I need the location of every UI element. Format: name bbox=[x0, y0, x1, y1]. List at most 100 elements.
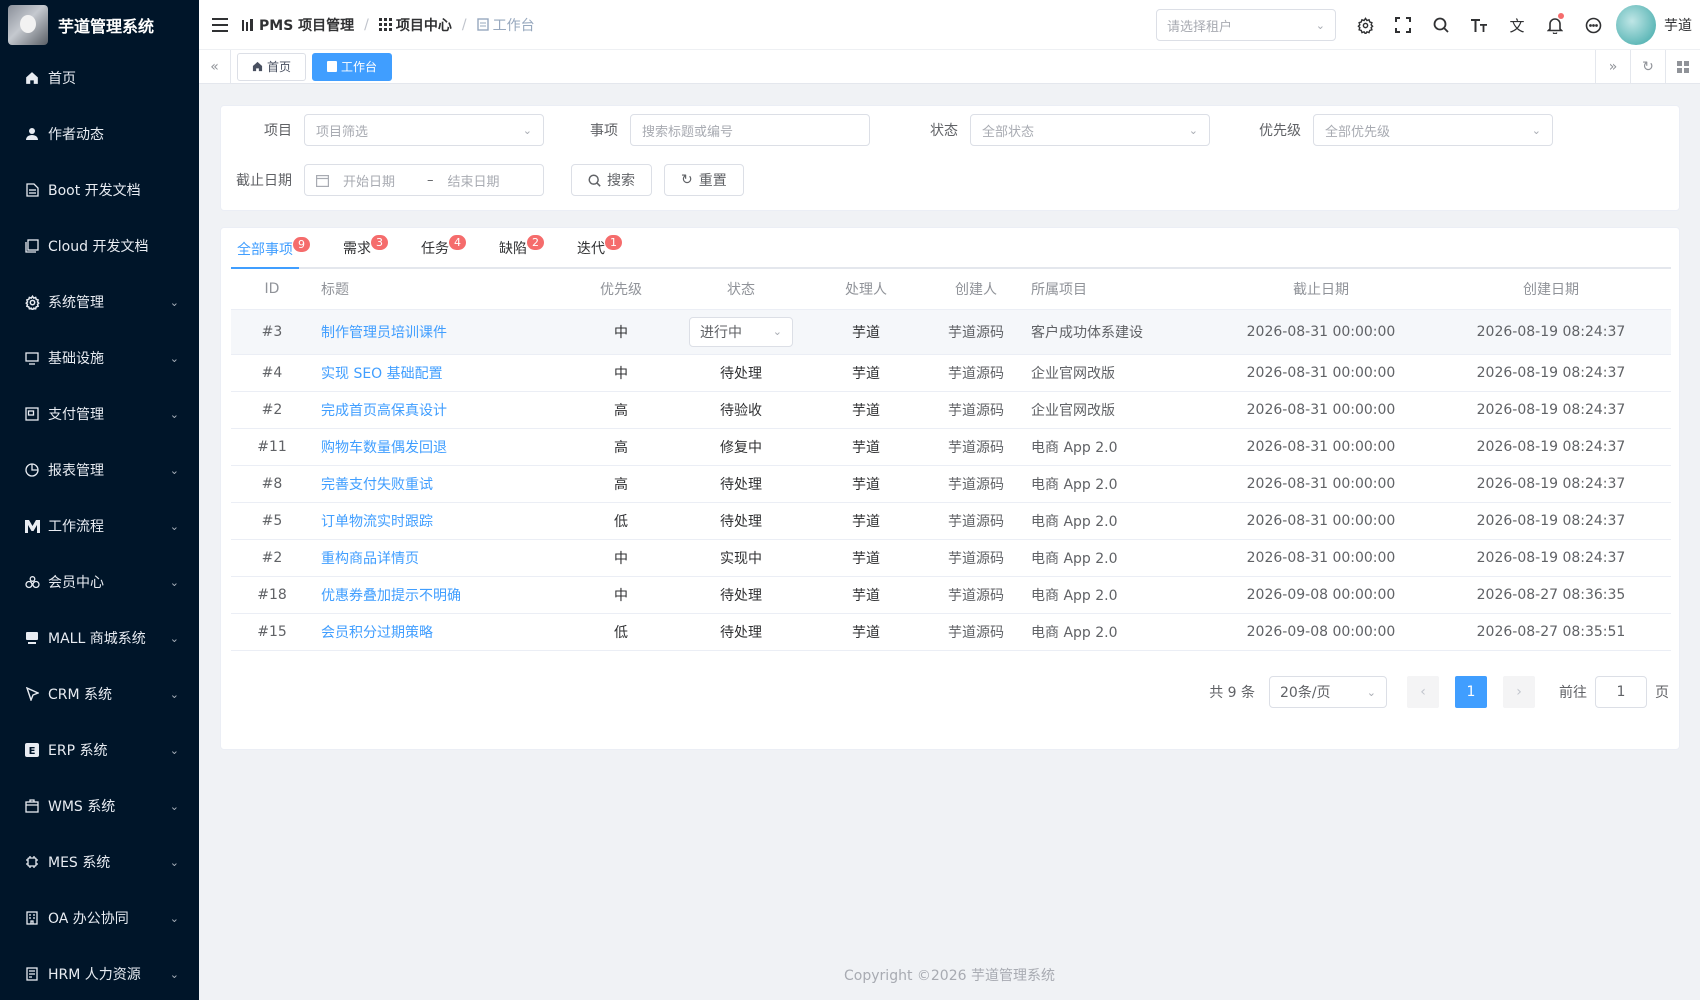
reset-button-label: 重置 bbox=[698, 173, 727, 189]
column-header-project[interactable]: 所属项目 bbox=[1031, 269, 1211, 310]
deadline-range-picker[interactable]: 开始日期 – 结束日期 bbox=[304, 164, 544, 196]
column-header-created[interactable]: 创建日期 bbox=[1431, 269, 1671, 310]
table-row[interactable]: #8 完善支付失败重试高待处理 芋道 芋道源码 电商 App 2.0 2026-08-31… bbox=[231, 465, 1671, 503]
pagination: 共 9 条 20条/页 ⌄ ‹ 1 › 前往 1 页 bbox=[1209, 676, 1669, 708]
scroll-left-icon[interactable]: « bbox=[199, 49, 231, 84]
fullscreen-icon[interactable] bbox=[1384, 0, 1422, 50]
breadcrumb-separator: / bbox=[461, 16, 467, 33]
sidebar-item[interactable]: 报表管理 ⌄ bbox=[0, 442, 199, 498]
cell-title-link[interactable]: 优惠券叠加提示不明确 bbox=[313, 576, 571, 614]
cell-created: 2026-08-19 08:24:37 bbox=[1431, 309, 1671, 355]
chevron-down-icon: ⌄ bbox=[522, 123, 532, 137]
sidebar-item[interactable]: 工作流程 ⌄ bbox=[0, 498, 199, 554]
cell-title-link[interactable]: 实现 SEO 基础配置 bbox=[313, 354, 571, 392]
refresh-icon[interactable]: ↻ bbox=[1630, 50, 1665, 84]
goto-label: 前往 bbox=[1559, 685, 1587, 701]
column-header-status[interactable]: 状态 bbox=[671, 269, 811, 310]
table-row[interactable]: #3 制作管理员培训课件中 进行中 ⌄ 芋道 芋道源码 客户成功体系建设 2026-08-31… bbox=[231, 309, 1671, 355]
scroll-right-icon[interactable]: » bbox=[1595, 50, 1630, 84]
cell-title-link[interactable]: 重构商品详情页 bbox=[313, 539, 571, 577]
count-badge: 1 bbox=[604, 234, 623, 251]
sidebar-item[interactable]: WMS 系统 ⌄ bbox=[0, 778, 199, 834]
home-icon bbox=[24, 70, 40, 86]
translate-icon[interactable]: 文 bbox=[1498, 0, 1536, 50]
column-header-title[interactable]: 标题 bbox=[313, 269, 571, 310]
tag-home[interactable]: 首页 bbox=[237, 52, 307, 81]
cell-title-link[interactable]: 购物车数量偶发回退 bbox=[313, 428, 571, 466]
sidebar-item[interactable]: Boot 开发文档 bbox=[0, 162, 199, 218]
bell-icon[interactable] bbox=[1536, 0, 1574, 50]
page-number-button[interactable]: 1 bbox=[1455, 676, 1487, 708]
sidebar-item[interactable]: Cloud 开发文档 bbox=[0, 218, 199, 274]
logo-row[interactable]: 芋道管理系统 bbox=[0, 0, 199, 50]
sidebar-item[interactable]: OA 办公协同 ⌄ bbox=[0, 890, 199, 946]
issue-tab[interactable]: 任务 4 bbox=[415, 228, 467, 267]
font-size-icon[interactable] bbox=[1460, 0, 1498, 50]
tag-workbench[interactable]: 工作台 bbox=[312, 52, 393, 81]
tags-menu-icon[interactable] bbox=[1665, 50, 1700, 84]
breadcrumb-project-center[interactable]: 项目中心 bbox=[378, 15, 452, 35]
sidebar-item-label: 工作流程 bbox=[48, 519, 104, 535]
cell-title-link[interactable]: 订单物流实时跟踪 bbox=[313, 502, 571, 540]
sidebar-item[interactable]: 基础设施 ⌄ bbox=[0, 330, 199, 386]
sidebar: 芋道管理系统 首页 作者动态 Boot 开发文档 Cloud 开发文档 系统管理 ⌄ 基础设… bbox=[0, 0, 199, 1000]
chevron-down-icon: ⌄ bbox=[169, 407, 179, 421]
sidebar-item[interactable]: 系统管理 ⌄ bbox=[0, 274, 199, 330]
sidebar-item[interactable]: 首页 bbox=[0, 50, 199, 106]
status-select[interactable]: 全部状态 ⌄ bbox=[970, 114, 1210, 146]
column-header-creator[interactable]: 创建人 bbox=[921, 269, 1031, 310]
table-row[interactable]: #15 会员积分过期策略低待处理 芋道 芋道源码 电商 App 2.0 2026-09-0… bbox=[231, 613, 1671, 651]
item-search-input[interactable]: 搜索标题或编号 bbox=[630, 114, 870, 146]
table-row[interactable]: #2 完成首页高保真设计高待验收 芋道 芋道源码 企业官网改版 2026-08-31 00… bbox=[231, 391, 1671, 429]
message-icon[interactable] bbox=[1574, 0, 1612, 50]
search-button[interactable]: 搜索 bbox=[571, 164, 652, 196]
column-header-deadline[interactable]: 截止日期 bbox=[1211, 269, 1431, 310]
column-header-assignee[interactable]: 处理人 bbox=[811, 269, 921, 310]
sidebar-item[interactable]: 会员中心 ⌄ bbox=[0, 554, 199, 610]
sidebar-item[interactable]: CRM 系统 ⌄ bbox=[0, 666, 199, 722]
next-page-button[interactable]: › bbox=[1503, 676, 1535, 708]
sidebar-item[interactable]: 支付管理 ⌄ bbox=[0, 386, 199, 442]
issue-tab[interactable]: 迭代 1 bbox=[571, 228, 623, 267]
reset-button[interactable]: ↻ 重置 bbox=[664, 164, 744, 196]
page-size-select[interactable]: 20条/页 ⌄ bbox=[1269, 676, 1387, 708]
table-row[interactable]: #5 订单物流实时跟踪低待处理 芋道 芋道源码 电商 App 2.0 2026-08-31… bbox=[231, 502, 1671, 540]
table-row[interactable]: #18 优惠券叠加提示不明确中待处理 芋道 芋道源码 电商 App 2.0 2026-09… bbox=[231, 576, 1671, 614]
issue-tab[interactable]: 需求 3 bbox=[337, 228, 389, 267]
breadcrumb-pms[interactable]: PMS 项目管理 bbox=[241, 15, 354, 35]
priority-select[interactable]: 全部优先级 ⌄ bbox=[1313, 114, 1553, 146]
column-header-id[interactable]: ID bbox=[231, 269, 313, 310]
settings-icon[interactable] bbox=[1346, 0, 1384, 50]
search-icon[interactable] bbox=[1422, 0, 1460, 50]
project-select[interactable]: 项目筛选 ⌄ bbox=[304, 114, 544, 146]
table-row[interactable]: #4 实现 SEO 基础配置中待处理 芋道 芋道源码 企业官网改版 2026-08-31 … bbox=[231, 354, 1671, 392]
tenant-select[interactable]: 请选择租户 ⌄ bbox=[1156, 9, 1336, 41]
sidebar-item[interactable]: HRM 人力资源 ⌄ bbox=[0, 946, 199, 1000]
cell-title-link[interactable]: 完善支付失败重试 bbox=[313, 465, 571, 503]
cell-project: 电商 App 2.0 bbox=[1031, 428, 1211, 466]
sidebar-item-label: ERP 系统 bbox=[48, 743, 108, 759]
prev-page-button[interactable]: ‹ bbox=[1407, 676, 1439, 708]
cell-title-link[interactable]: 会员积分过期策略 bbox=[313, 613, 571, 651]
issue-tab[interactable]: 缺陷 2 bbox=[493, 228, 545, 267]
priority-select-placeholder: 全部优先级 bbox=[1325, 124, 1391, 140]
table-row[interactable]: #11 购物车数量偶发回退高修复中 芋道 芋道源码 电商 App 2.0 2026-08-… bbox=[231, 428, 1671, 466]
chevron-down-icon: ⌄ bbox=[169, 575, 179, 589]
sidebar-item[interactable]: 作者动态 bbox=[0, 106, 199, 162]
issue-tab[interactable]: 全部事项 9 bbox=[231, 230, 311, 269]
table-row[interactable]: #2 重构商品详情页中实现中 芋道 芋道源码 电商 App 2.0 2026-08-31 … bbox=[231, 539, 1671, 577]
column-header-priority[interactable]: 优先级 bbox=[571, 269, 671, 310]
status-dropdown[interactable]: 进行中 ⌄ bbox=[689, 316, 793, 347]
cell-priority: 低 bbox=[571, 502, 671, 540]
sidebar-item-label: HRM 人力资源 bbox=[48, 967, 141, 983]
goto-page-input[interactable]: 1 bbox=[1595, 676, 1647, 708]
cell-title-link[interactable]: 完成首页高保真设计 bbox=[313, 391, 571, 429]
sidebar-item[interactable]: E ERP 系统 ⌄ bbox=[0, 722, 199, 778]
sidebar-item[interactable]: MES 系统 ⌄ bbox=[0, 834, 199, 890]
hamburger-icon[interactable] bbox=[199, 0, 241, 50]
search-icon bbox=[588, 173, 601, 187]
user-menu[interactable]: 芋道 bbox=[1612, 5, 1700, 45]
sidebar-item[interactable]: MALL 商城系统 ⌄ bbox=[0, 610, 199, 666]
cell-title-link[interactable]: 制作管理员培训课件 bbox=[313, 309, 571, 355]
tenant-select-placeholder: 请选择租户 bbox=[1167, 19, 1233, 35]
